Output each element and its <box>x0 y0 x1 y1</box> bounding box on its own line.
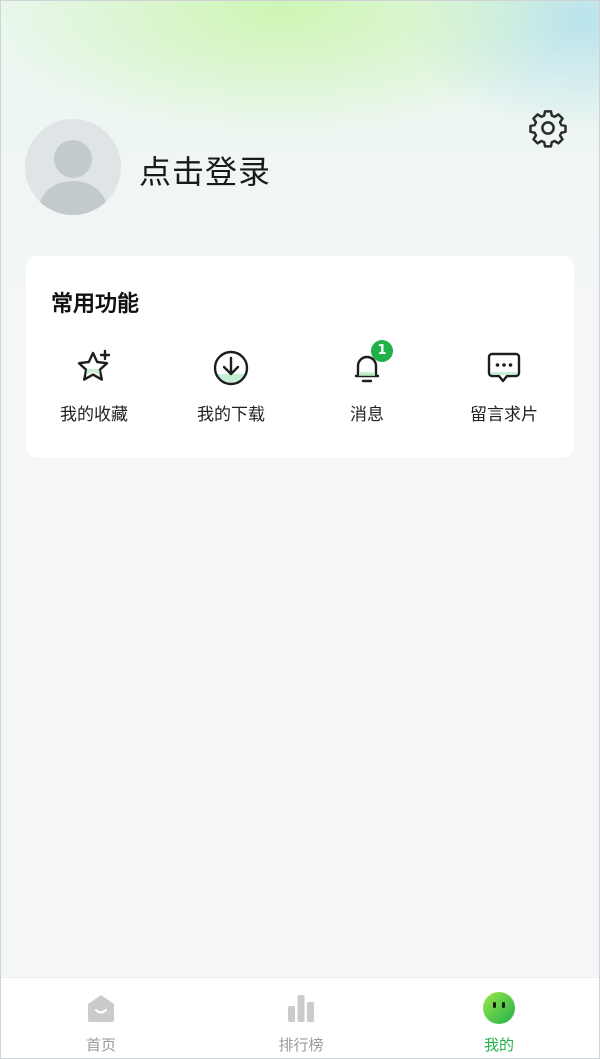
message-count-badge: 1 <box>371 340 393 362</box>
tab-ranking[interactable]: 排行榜 <box>201 978 401 1058</box>
ranking-icon <box>288 995 314 1022</box>
message-icon <box>487 352 521 383</box>
favorites-button[interactable]: 我的收藏 <box>34 348 154 428</box>
login-link[interactable]: 点击登录 <box>139 147 271 193</box>
home-icon <box>88 995 114 1022</box>
downloads-label: 我的下载 <box>197 405 265 425</box>
messages-button[interactable]: 1 消息 <box>307 340 427 428</box>
request-movie-label: 留言求片 <box>470 405 538 425</box>
default-avatar-icon <box>37 140 109 215</box>
tab-home-label: 首页 <box>85 1036 116 1054</box>
profile-face-icon <box>483 992 515 1024</box>
section-title: 常用功能 <box>51 292 140 317</box>
settings-button[interactable] <box>527 107 569 149</box>
common-functions-card: 常用功能 我的收藏 我的下载 1 消息 留言求片 <box>26 256 574 458</box>
download-icon <box>213 350 249 386</box>
tab-mine-label: 我的 <box>483 1036 514 1054</box>
avatar[interactable] <box>25 119 121 215</box>
bottom-tab-bar: 首页 排行榜 我的 <box>1 977 599 1058</box>
tab-ranking-label: 排行榜 <box>278 1036 324 1054</box>
messages-label: 消息 <box>350 405 384 425</box>
request-movie-button[interactable]: 留言求片 <box>444 348 564 428</box>
gear-icon <box>529 110 567 148</box>
downloads-button[interactable]: 我的下载 <box>171 348 291 428</box>
app-screen: 点击登录 常用功能 我的收藏 我的下载 1 消息 留言求片 首页 排行榜 我的 <box>0 0 600 1059</box>
favorites-label: 我的收藏 <box>60 405 128 425</box>
star-plus-icon <box>77 349 111 381</box>
tab-home[interactable]: 首页 <box>1 978 201 1058</box>
tab-mine[interactable]: 我的 <box>399 978 599 1058</box>
